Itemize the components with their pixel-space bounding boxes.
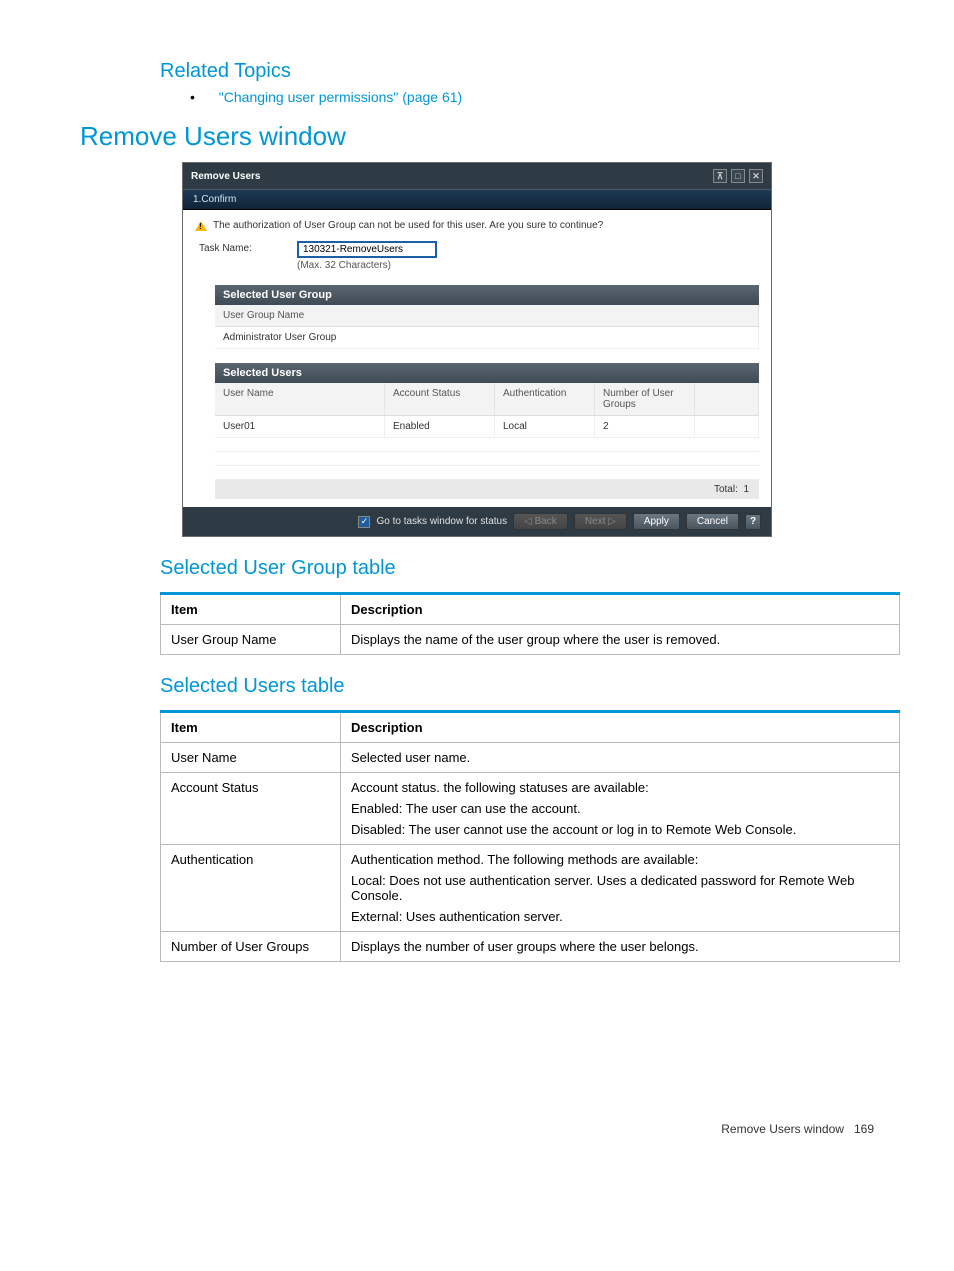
total-row: Total: 1 bbox=[215, 480, 759, 499]
cancel-button[interactable]: Cancel bbox=[686, 513, 739, 530]
col-user-name: User Name bbox=[215, 383, 385, 415]
col-user-group-name: User Group Name bbox=[215, 305, 759, 326]
cell-account-status: Enabled bbox=[385, 416, 495, 437]
tab-confirm[interactable]: 1.Confirm bbox=[183, 189, 771, 210]
selected-users-table-heading: Selected Users table bbox=[160, 675, 894, 698]
page-title: Remove Users window bbox=[80, 121, 894, 152]
window-titlebar: Remove Users ⊼ □ ✕ bbox=[183, 163, 771, 189]
col-account-status: Account Status bbox=[385, 383, 495, 415]
back-button[interactable]: ◁ Back bbox=[513, 513, 568, 530]
table-row: Account Status Account status. the follo… bbox=[161, 773, 900, 845]
window-title-text: Remove Users bbox=[191, 171, 260, 182]
related-topic-link[interactable]: "Changing user permissions" (page 61) bbox=[219, 89, 462, 105]
col-num-groups: Number of User Groups bbox=[595, 383, 695, 415]
bullet-icon: • bbox=[190, 89, 195, 105]
th-item: Item bbox=[161, 594, 341, 625]
th-description: Description bbox=[341, 594, 900, 625]
group-row-value: Administrator User Group bbox=[215, 327, 759, 348]
cell-user-name: User01 bbox=[215, 416, 385, 437]
table-row: User Group Name Displays the name of the… bbox=[161, 625, 900, 655]
minimize-icon[interactable]: ⊼ bbox=[713, 169, 727, 183]
selected-user-group-header: Selected User Group bbox=[215, 285, 759, 305]
help-icon[interactable]: ? bbox=[745, 514, 761, 530]
maximize-icon[interactable]: □ bbox=[731, 169, 745, 183]
selected-user-group-table: Item Description User Group Name Display… bbox=[160, 592, 900, 655]
task-name-hint: (Max. 32 Characters) bbox=[297, 260, 437, 271]
related-topic-item[interactable]: • "Changing user permissions" (page 61) bbox=[190, 89, 894, 105]
go-to-tasks-checkbox[interactable]: ✓ bbox=[358, 516, 370, 528]
table-row: User Name Selected user name. bbox=[161, 743, 900, 773]
window-body: The authorization of User Group can not … bbox=[183, 210, 771, 507]
selected-users-header: Selected Users bbox=[215, 363, 759, 383]
table-row: Number of User Groups Displays the numbe… bbox=[161, 932, 900, 962]
page-footer: Remove Users window 169 bbox=[60, 1122, 894, 1136]
task-name-label: Task Name: bbox=[199, 241, 289, 254]
selected-user-group-table-heading: Selected User Group table bbox=[160, 557, 894, 580]
col-authentication: Authentication bbox=[495, 383, 595, 415]
close-icon[interactable]: ✕ bbox=[749, 169, 763, 183]
cell-num-groups: 2 bbox=[595, 416, 695, 437]
next-button[interactable]: Next ▷ bbox=[574, 513, 627, 530]
warning-icon bbox=[195, 221, 207, 231]
selected-users-table: Item Description User Name Selected user… bbox=[160, 710, 900, 962]
remove-users-window: Remove Users ⊼ □ ✕ 1.Confirm The authori… bbox=[182, 162, 772, 537]
th-item: Item bbox=[161, 712, 341, 743]
task-name-input[interactable] bbox=[297, 241, 437, 258]
cell-authentication: Local bbox=[495, 416, 595, 437]
related-topics-heading: Related Topics bbox=[160, 60, 894, 83]
go-to-tasks-label: Go to tasks window for status bbox=[376, 516, 507, 527]
apply-button[interactable]: Apply bbox=[633, 513, 680, 530]
th-description: Description bbox=[341, 712, 900, 743]
table-row[interactable]: User01 Enabled Local 2 bbox=[215, 416, 759, 438]
table-row: Authentication Authentication method. Th… bbox=[161, 845, 900, 932]
warning-text: The authorization of User Group can not … bbox=[213, 220, 603, 231]
